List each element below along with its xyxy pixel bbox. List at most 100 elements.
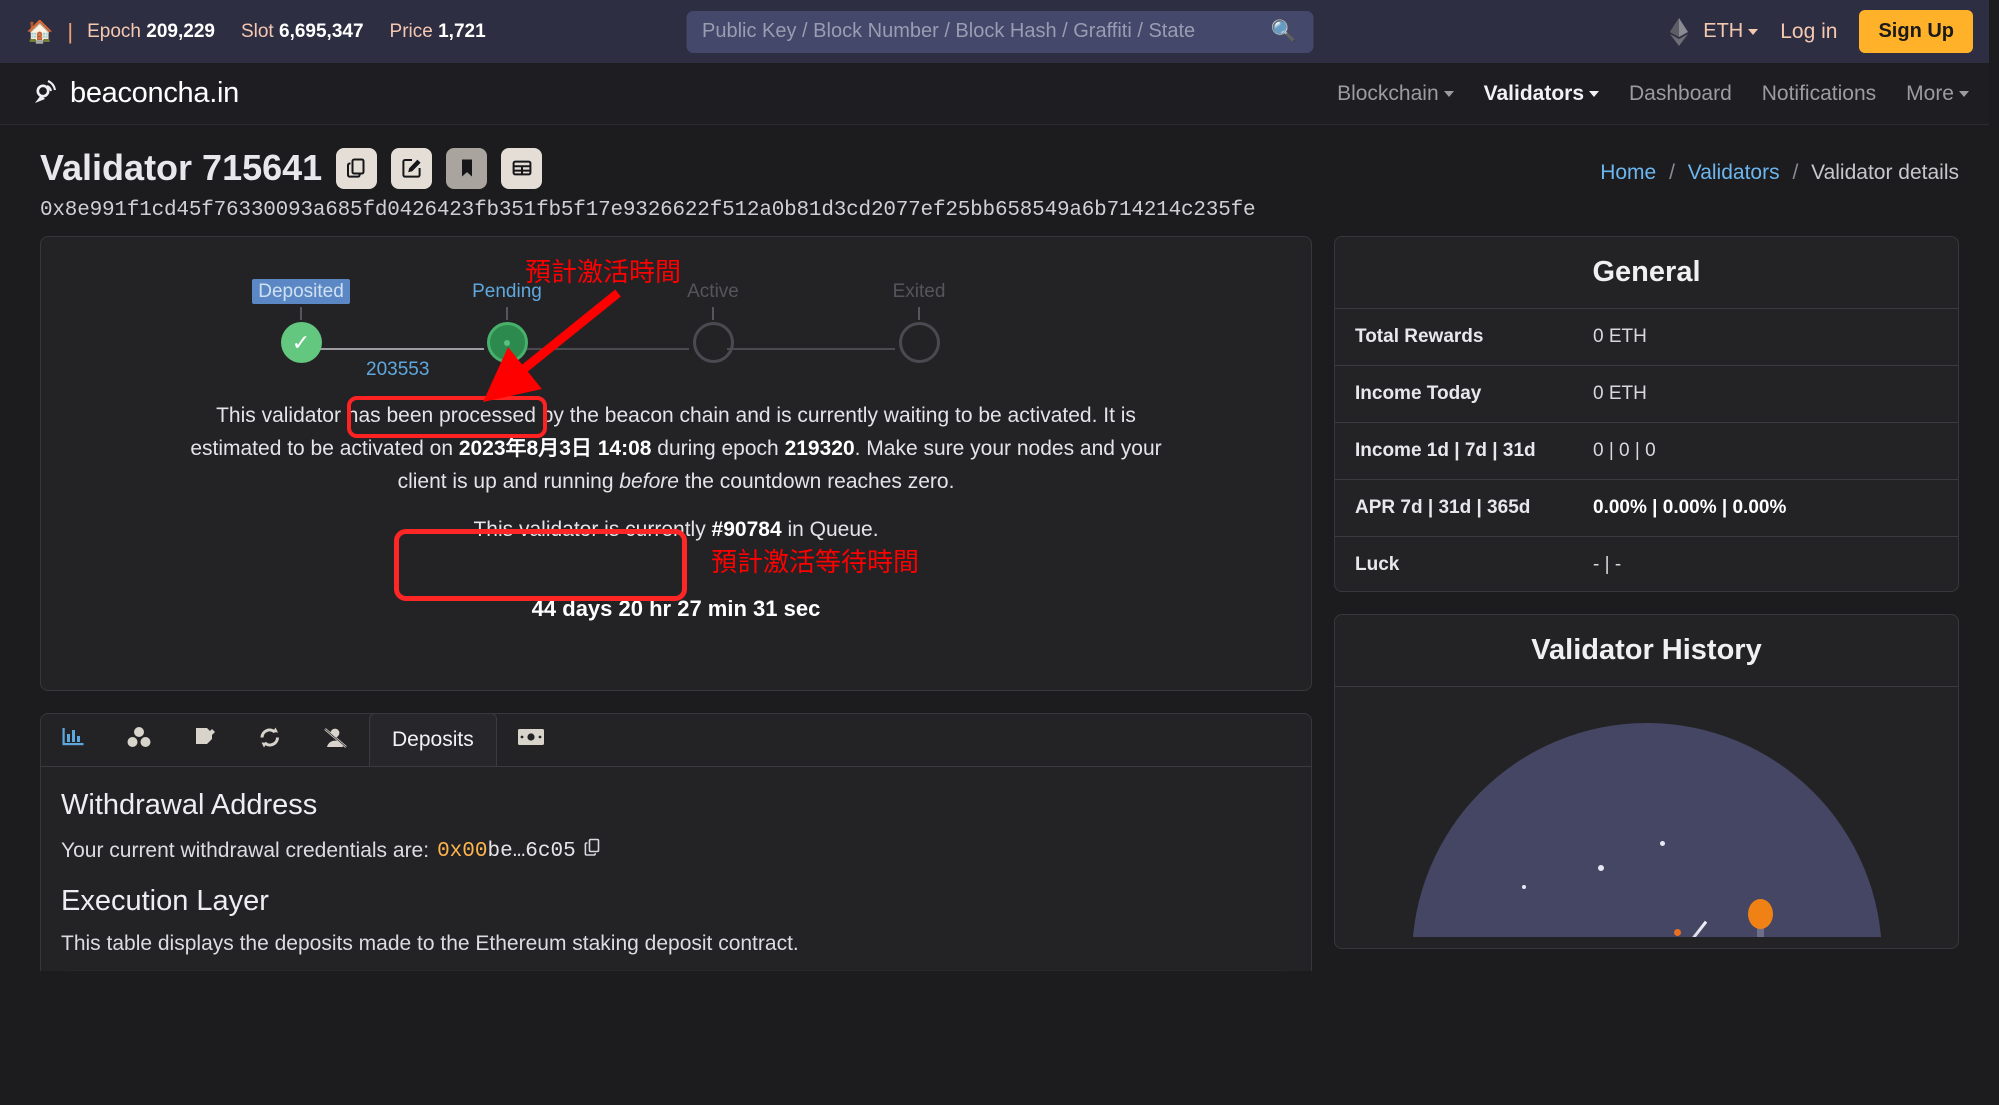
bookmark-icon[interactable] <box>446 147 488 189</box>
currency-label: ETH <box>1703 20 1744 42</box>
nav-label: Validators <box>1483 81 1585 105</box>
timeline-stem <box>300 307 302 320</box>
breadcrumb-current: Validator details <box>1811 161 1959 184</box>
activation-date: 2023年8月3日 14:08 <box>458 437 652 460</box>
page-header: Validator 715641 Home / Validators / Val… <box>0 125 1999 189</box>
divider: | <box>67 18 74 44</box>
timeline-node-active[interactable]: Active <box>653 281 773 363</box>
general-row-income-today: Income Today 0 ETH <box>1335 366 1958 423</box>
tab-attestations[interactable] <box>173 714 238 766</box>
topbar-stats: 🏠 | Epoch 209,229 Slot 6,695,347 Price 1… <box>26 19 512 45</box>
row-key: Income Today <box>1355 383 1482 404</box>
breadcrumb-home[interactable]: Home <box>1600 161 1656 184</box>
orange-star <box>1673 929 1681 936</box>
queue-suffix: in Queue. <box>781 518 879 541</box>
general-panel-title: General <box>1335 237 1958 309</box>
epoch-value: 209,229 <box>146 20 215 42</box>
page-scrollbar[interactable] <box>1989 0 1999 1105</box>
copy-icon[interactable] <box>584 838 602 863</box>
annotation-label-waiting-time: 預計激活等待時間 <box>711 548 920 578</box>
validator-history-title: Validator History <box>1335 615 1958 687</box>
sync-committee-icon <box>258 726 282 755</box>
withdrawal-credentials-line: Your current withdrawal credentials are:… <box>61 838 1291 863</box>
breadcrumb-separator: / <box>1669 161 1675 184</box>
row-key: APR 7d | 31d | 365d <box>1355 497 1531 518</box>
slot-label: Slot <box>240 20 274 42</box>
nav-item-dashboard[interactable]: Dashboard <box>1629 82 1732 106</box>
general-row-luck: Luck - | - <box>1335 537 1958 593</box>
timeline-epoch-marker[interactable]: 203553 <box>366 359 429 381</box>
row-value: - | - <box>1593 554 1622 575</box>
nav-item-blockchain[interactable]: Blockchain <box>1337 82 1454 106</box>
timeline-node-exited[interactable]: Exited <box>859 281 979 363</box>
attestations-icon <box>193 726 217 755</box>
tab-withdrawals[interactable] <box>497 714 566 766</box>
comet-icon <box>1613 920 1707 937</box>
nav-label: Blockchain <box>1337 81 1439 105</box>
deposits-tab-panel: Withdrawal Address Your current withdraw… <box>41 767 1311 971</box>
copy-icon[interactable] <box>336 147 378 189</box>
queue-position: #90784 <box>711 518 782 541</box>
nav-item-validators[interactable]: Validators <box>1483 81 1600 106</box>
timeline-stem <box>506 307 508 320</box>
main-navbar: beaconcha.in Blockchain Validators Dashb… <box>0 63 1999 125</box>
epoch-label: Epoch <box>87 20 141 42</box>
content-area: 203553 Deposited ✓ Pending Active Exited… <box>0 222 1999 971</box>
execution-layer-description: This table displays the deposits made to… <box>61 932 799 955</box>
search-icon[interactable]: 🔍 <box>1271 20 1297 44</box>
ethereum-logo-icon <box>1669 17 1689 47</box>
general-row-total-rewards: Total Rewards 0 ETH <box>1335 309 1958 366</box>
row-value: 0 | 0 | 0 <box>1593 440 1656 461</box>
chevron-down-icon <box>1748 28 1759 35</box>
page-title: Validator 715641 <box>40 147 323 188</box>
breadcrumb-validators[interactable]: Validators <box>1688 161 1780 184</box>
validator-public-key[interactable]: 0x8e991f1cd45f76330093a685fd0426423fb351… <box>0 189 1999 222</box>
timeline-node-deposited[interactable]: Deposited ✓ <box>241 279 361 363</box>
search-input[interactable] <box>702 20 1265 43</box>
timeline-label-active: Active <box>687 281 739 302</box>
search-box[interactable]: 🔍 <box>686 10 1313 53</box>
validator-status-card: 203553 Deposited ✓ Pending Active Exited… <box>40 236 1312 691</box>
nav-item-notifications[interactable]: Notifications <box>1762 82 1876 106</box>
slot-value: 6,695,347 <box>279 20 364 42</box>
tab-charts[interactable] <box>41 714 106 766</box>
tab-deposits[interactable]: Deposits <box>369 714 497 766</box>
chevron-down-icon <box>1589 90 1600 97</box>
login-link[interactable]: Log in <box>1780 20 1837 44</box>
withdrawal-credentials[interactable]: 0x00be…6c05 <box>437 838 576 863</box>
status-description: This validator has been processed by the… <box>41 399 1311 498</box>
timeline-node-pending[interactable]: Pending <box>447 281 567 363</box>
left-column: 203553 Deposited ✓ Pending Active Exited… <box>40 236 1312 971</box>
tab-slashings[interactable] <box>303 714 369 766</box>
row-value: 0 ETH <box>1593 383 1647 404</box>
withdrawal-address-title: Withdrawal Address <box>61 789 318 821</box>
annotation-label-activation-time: 預計激活時間 <box>525 258 682 288</box>
brand-name: beaconcha.in <box>70 77 239 109</box>
nav-item-more[interactable]: More <box>1906 82 1969 106</box>
withdrawal-cred-prefix: 0x00 <box>437 840 488 863</box>
general-panel: General Total Rewards 0 ETH Income Today… <box>1334 236 1959 592</box>
flag-marker-icon <box>1747 899 1773 929</box>
slot-stat[interactable]: Slot 6,695,347 <box>241 21 364 43</box>
edit-icon[interactable] <box>391 147 433 189</box>
activation-epoch[interactable]: 219320 <box>785 437 855 460</box>
brand-logo[interactable]: beaconcha.in <box>30 76 239 111</box>
breadcrumb-separator: / <box>1792 161 1799 184</box>
status-text-part4: the countdown reaches zero. <box>678 470 955 493</box>
home-icon[interactable]: 🏠 <box>26 20 53 43</box>
tab-blocks[interactable] <box>106 714 173 766</box>
tab-sync-committee[interactable] <box>238 714 303 766</box>
activation-countdown: 44 days 20 hr 27 min 31 sec <box>531 596 821 621</box>
slashings-icon <box>323 726 348 755</box>
table-icon[interactable] <box>501 147 543 189</box>
epoch-stat[interactable]: Epoch 209,229 <box>87 21 215 43</box>
nav-label: More <box>1906 81 1954 105</box>
currency-selector[interactable]: ETH <box>1703 20 1759 43</box>
countdown-row: 44 days 20 hr 27 min 31 sec <box>41 576 1311 642</box>
signup-button[interactable]: Sign Up <box>1859 10 1973 53</box>
history-empty-illustration <box>1335 687 1958 937</box>
general-row-income-periods: Income 1d | 7d | 31d 0 | 0 | 0 <box>1335 423 1958 480</box>
topbar-actions: ETH Log in Sign Up <box>1669 10 1973 53</box>
right-column: General Total Rewards 0 ETH Income Today… <box>1334 236 1959 949</box>
timeline-circle-done: ✓ <box>280 322 322 363</box>
